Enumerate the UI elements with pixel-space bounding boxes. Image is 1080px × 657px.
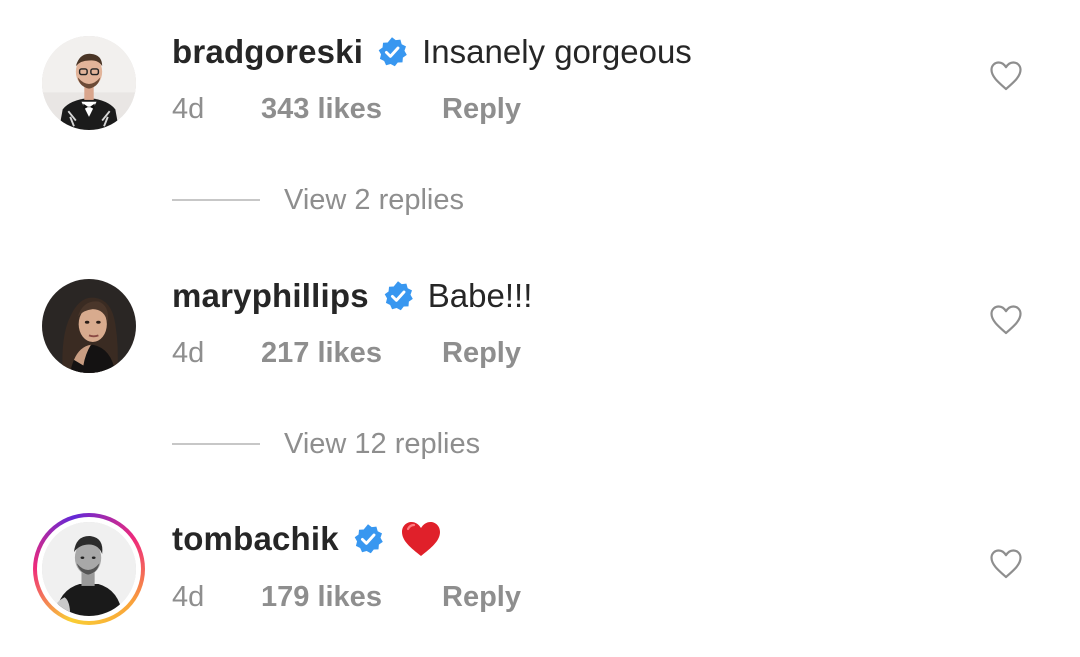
- like-heart-icon[interactable]: [988, 302, 1024, 338]
- view-replies-button[interactable]: View 2 replies: [172, 180, 464, 220]
- username[interactable]: tombachik: [172, 520, 339, 558]
- comment-text: Insanely gorgeous: [422, 33, 692, 70]
- comment-header: maryphillips Babe!!!: [172, 274, 532, 318]
- comment-header: tombachik: [172, 517, 442, 561]
- red-heart-emoji-icon: [400, 520, 442, 558]
- view-replies-button[interactable]: View 12 replies: [172, 424, 480, 464]
- comment-time: 4d: [172, 336, 205, 369]
- avatar-maryphillips[interactable]: [40, 277, 138, 375]
- replies-divider: [172, 199, 260, 201]
- replies-divider: [172, 443, 260, 445]
- avatar-image: [42, 279, 136, 373]
- like-heart-icon[interactable]: [988, 546, 1024, 582]
- avatar-bradgoreski[interactable]: [40, 34, 138, 132]
- comment-time: 4d: [172, 580, 205, 613]
- avatar-tombachik-story-ring[interactable]: [33, 513, 145, 625]
- verified-badge-icon: [382, 280, 414, 312]
- likes-count[interactable]: 179 likes: [261, 581, 442, 614]
- comment-header: bradgoreski Insanely gorgeous: [172, 30, 692, 74]
- avatar-image: [42, 36, 136, 130]
- comment-time: 4d: [172, 92, 205, 125]
- comment-meta: 4d 217 likes Reply: [172, 333, 521, 373]
- username[interactable]: maryphillips: [172, 277, 369, 315]
- view-replies-label: View 2 replies: [284, 183, 465, 216]
- like-heart-icon[interactable]: [988, 58, 1024, 94]
- comment-text: Babe!!!: [427, 277, 533, 314]
- reply-button[interactable]: Reply: [442, 93, 521, 126]
- username[interactable]: bradgoreski: [172, 33, 363, 71]
- comment-meta: 4d 343 likes Reply: [172, 89, 521, 129]
- likes-count[interactable]: 343 likes: [261, 93, 442, 126]
- view-replies-label: View 12 replies: [284, 427, 481, 460]
- comment-meta: 4d 179 likes Reply: [172, 577, 521, 617]
- reply-button[interactable]: Reply: [442, 337, 521, 370]
- reply-button[interactable]: Reply: [442, 581, 521, 614]
- likes-count[interactable]: 217 likes: [261, 337, 442, 370]
- avatar-image: [42, 522, 136, 616]
- verified-badge-icon: [376, 36, 408, 68]
- verified-badge-icon: [352, 523, 384, 555]
